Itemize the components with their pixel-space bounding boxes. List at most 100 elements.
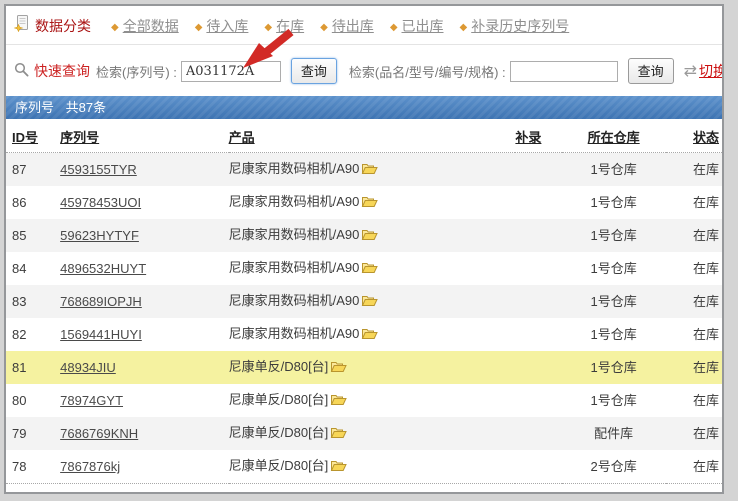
product-name: 尼康单反/D80[台] xyxy=(229,425,329,440)
product-name: 尼康家用数码相机/A90 xyxy=(229,194,360,209)
table-row: 787867876kj尼康单反/D80[台]2号仓库在库 xyxy=(6,450,722,484)
serial-query-button[interactable]: 查询 xyxy=(291,58,337,84)
bulu-cell xyxy=(515,252,561,285)
serial-link[interactable]: 45978453UOI xyxy=(60,195,141,210)
warehouse-cell: 1号仓库 xyxy=(562,219,666,252)
table-row: 8645978453UOI 尼康家用数码相机/A90 1号仓库在库 xyxy=(6,186,722,219)
diamond-icon: ◆ xyxy=(320,22,328,33)
search-bar: 快速查询 检索(序列号) : 查询 检索(品名/型号/编号/规格) : 查询 ⇄… xyxy=(6,45,722,96)
table-header-row: ID号 序列号 产品 补录 所在仓库 状态 xyxy=(6,119,722,153)
serial-search-label: 检索(序列号) : xyxy=(96,62,177,81)
col-bulu[interactable]: 补录 xyxy=(515,119,561,153)
product-name: 尼康家用数码相机/A90 xyxy=(229,227,360,242)
product-query-button[interactable]: 查询 xyxy=(628,58,674,84)
warehouse-cell: 1号仓库 xyxy=(562,318,666,351)
warehouse-cell: 1号仓库 xyxy=(562,384,666,417)
document-new-icon xyxy=(14,14,30,37)
status-cell: 在库 xyxy=(666,417,722,450)
diamond-icon: ◆ xyxy=(264,22,272,33)
nav-item[interactable]: ◆已出库 xyxy=(390,18,444,34)
page-size-button[interactable]: 30 xyxy=(655,493,680,494)
product-name: 尼康家用数码相机/A90 xyxy=(229,260,360,275)
row-id: 87 xyxy=(6,153,60,187)
switch-advanced-link[interactable]: 切换到高 xyxy=(699,61,724,81)
serial-link[interactable]: 7867876kj xyxy=(60,459,120,474)
warehouse-cell: 1号仓库 xyxy=(562,153,666,187)
product-name: 尼康家用数码相机/A90 xyxy=(229,326,360,341)
open-folder-icon[interactable] xyxy=(330,459,347,476)
product-name: 尼康单反/D80[台] xyxy=(229,359,329,374)
table-row: 83768689IOPJH尼康家用数码相机/A901号仓库在库 xyxy=(6,285,722,318)
open-folder-icon[interactable] xyxy=(330,426,347,443)
nav-item[interactable]: ◆待入库 xyxy=(195,18,249,34)
warehouse-cell: 2号仓库 xyxy=(562,450,666,484)
open-folder-icon[interactable] xyxy=(361,294,378,311)
table-row: 821569441HUYI尼康家用数码相机/A901号仓库在库 xyxy=(6,318,722,351)
bulu-cell xyxy=(515,186,561,219)
status-cell: 在库 xyxy=(666,285,722,318)
col-status[interactable]: 状态 xyxy=(666,119,722,153)
bulu-cell xyxy=(515,450,561,484)
col-product[interactable]: 产品 xyxy=(229,119,516,153)
open-folder-icon[interactable] xyxy=(361,327,378,344)
row-id: 86 xyxy=(6,186,60,219)
nav-item[interactable]: ◆在库 xyxy=(264,18,304,34)
list-header-bar: 序列号 共87条 xyxy=(6,96,722,119)
warehouse-cell: 1号仓库 xyxy=(562,252,666,285)
row-id: 83 xyxy=(6,285,60,318)
col-serial[interactable]: 序列号 xyxy=(60,119,228,153)
page-size-button[interactable]: 10 xyxy=(599,493,624,494)
pagination: << 123456789 >> 共9页 102030 xyxy=(6,484,722,494)
nav-title: 数据分类 xyxy=(35,16,91,36)
serial-link[interactable]: 768689IOPJH xyxy=(60,294,142,309)
diamond-icon: ◆ xyxy=(460,22,468,33)
status-cell: 在库 xyxy=(666,186,722,219)
nav-item[interactable]: ◆补录历史序列号 xyxy=(460,18,570,34)
open-folder-icon[interactable] xyxy=(361,195,378,212)
status-cell: 在库 xyxy=(666,384,722,417)
col-warehouse[interactable]: 所在仓库 xyxy=(562,119,666,153)
product-name: 尼康家用数码相机/A90 xyxy=(229,161,360,176)
diamond-icon: ◆ xyxy=(111,22,119,33)
inventory-window: 数据分类 ◆全部数据◆待入库◆在库◆待出库◆已出库◆补录历史序列号 快速查询 检… xyxy=(4,4,724,494)
row-id: 84 xyxy=(6,252,60,285)
status-cell: 在库 xyxy=(666,351,722,384)
serial-search-input[interactable] xyxy=(181,61,281,82)
bulu-cell xyxy=(515,384,561,417)
serial-link[interactable]: 7686769KNH xyxy=(60,426,138,441)
col-id[interactable]: ID号 xyxy=(6,119,60,153)
nav-item[interactable]: ◆全部数据 xyxy=(111,18,179,34)
bulu-cell xyxy=(515,318,561,351)
serial-link[interactable]: 59623HYTYF xyxy=(60,228,139,243)
warehouse-cell: 1号仓库 xyxy=(562,186,666,219)
product-search-label: 检索(品名/型号/编号/规格) : xyxy=(349,62,506,81)
open-folder-icon[interactable] xyxy=(361,228,378,245)
warehouse-cell: 1号仓库 xyxy=(562,285,666,318)
nav-item[interactable]: ◆待出库 xyxy=(320,18,374,34)
top-nav: 数据分类 ◆全部数据 ◆待入库 ◆在库 ◆待出库 ◆已出库 ◆补录历史序列号 xyxy=(6,6,722,45)
diamond-icon: ◆ xyxy=(390,22,398,33)
serial-link[interactable]: 48934JIU xyxy=(60,360,116,375)
serial-link[interactable]: 4593155TYR xyxy=(60,162,137,177)
serial-link[interactable]: 78974GYT xyxy=(60,393,123,408)
row-id: 80 xyxy=(6,384,60,417)
page-size-button[interactable]: 20 xyxy=(627,493,652,494)
nav-items: ◆全部数据 ◆待入库 ◆在库 ◆待出库 ◆已出库 ◆补录历史序列号 xyxy=(95,16,569,36)
serial-link[interactable]: 1569441HUYI xyxy=(60,327,142,342)
product-search-input[interactable] xyxy=(510,61,618,82)
product-name: 尼康单反/D80[台] xyxy=(229,392,329,407)
table-row: 874593155TYR尼康家用数码相机/A901号仓库在库 xyxy=(6,153,722,187)
table-body: 874593155TYR尼康家用数码相机/A901号仓库在库8645978453… xyxy=(6,153,722,484)
quick-search-label: 快速查询 xyxy=(34,61,90,81)
open-folder-icon[interactable] xyxy=(361,162,378,179)
table-row: 844896532HUYT尼康家用数码相机/A901号仓库在库 xyxy=(6,252,722,285)
row-id: 85 xyxy=(6,219,60,252)
table-row: 797686769KNH尼康单反/D80[台]配件库在库 xyxy=(6,417,722,450)
status-cell: 在库 xyxy=(666,318,722,351)
record-count: 共87条 xyxy=(66,100,106,115)
open-folder-icon[interactable] xyxy=(361,261,378,278)
open-folder-icon[interactable] xyxy=(330,360,347,377)
open-folder-icon[interactable] xyxy=(330,393,347,410)
serial-link[interactable]: 4896532HUYT xyxy=(60,261,146,276)
serial-table: ID号 序列号 产品 补录 所在仓库 状态 874593155TYR 尼康家用数码… xyxy=(6,119,722,484)
